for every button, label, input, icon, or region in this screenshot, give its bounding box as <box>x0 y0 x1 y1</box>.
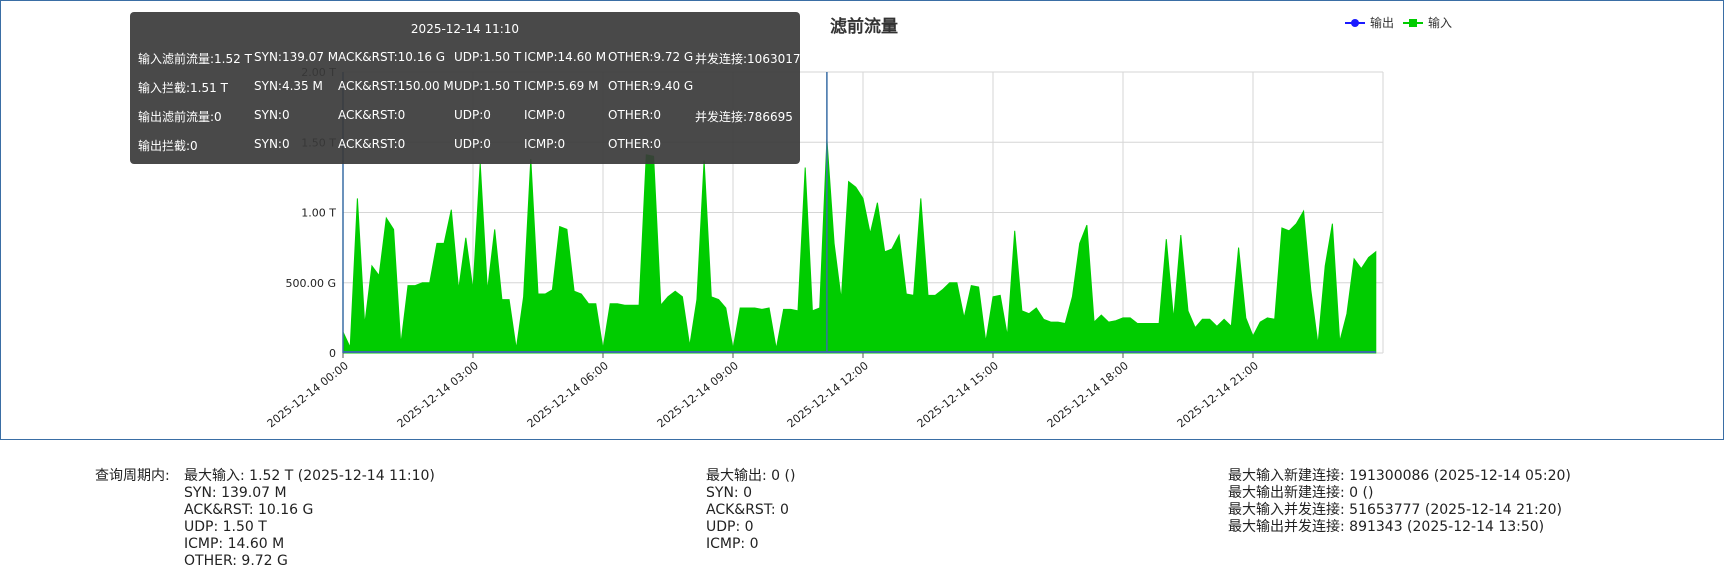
tooltip-cell: ICMP:0 <box>524 137 566 151</box>
tooltip-cell: SYN:4.35 M <box>254 79 323 93</box>
summary-connection-col: 最大输入新建连接: 191300086 (2025-12-14 05:20) 最大… <box>1228 468 1571 536</box>
summary-output-line: SYN: 0 <box>706 485 752 501</box>
tooltip-time: 2025-12-14 11:10 <box>410 22 520 36</box>
summary-connection-line: 最大输出并发连接: 891343 (2025-12-14 13:50) <box>1228 519 1545 535</box>
summary-label: 查询周期内: <box>95 468 170 484</box>
tooltip-cell: OTHER:9.72 G <box>608 50 694 64</box>
tooltip-cell: ACK&RST:150.00 M <box>338 79 454 93</box>
tooltip-cell: 并发连接:786695 <box>695 110 793 124</box>
x-tick-label: 2025-12-14 06:00 <box>525 359 611 430</box>
tooltip-cell: UDP:1.50 T <box>454 50 522 64</box>
tooltip-cell: ICMP:5.69 M <box>524 79 599 93</box>
tooltip-cell: UDP:0 <box>454 137 491 151</box>
summary-output-line: ACK&RST: 0 <box>706 502 789 518</box>
x-tick-label: 2025-12-14 18:00 <box>1045 359 1131 430</box>
tooltip-cell: 输入拦截:1.51 T <box>138 81 228 95</box>
tooltip-cell: OTHER:0 <box>608 137 662 151</box>
summary-input-line: 最大输入: 1.52 T (2025-12-14 11:10) <box>184 468 435 484</box>
tooltip-cell: ICMP:0 <box>524 108 566 122</box>
tooltip-cell: ICMP:14.60 M <box>524 50 607 64</box>
tooltip-cell: UDP:1.50 T <box>454 79 522 93</box>
summary-panel: 查询周期内: 最大输入: 1.52 T (2025-12-14 11:10) SY… <box>0 468 1726 573</box>
summary-connection-line: 最大输入并发连接: 51653777 (2025-12-14 21:20) <box>1228 502 1562 518</box>
tooltip-cell: 输出拦截:0 <box>138 139 198 153</box>
legend-item-input[interactable]: 输入 <box>1403 15 1452 30</box>
x-tick-label: 2025-12-14 09:00 <box>655 359 741 430</box>
series-input-area <box>342 139 1377 354</box>
summary-input-line: SYN: 139.07 M <box>184 485 287 501</box>
legend-label: 输出 <box>1370 15 1394 30</box>
summary-input-line: ICMP: 14.60 M <box>184 536 285 552</box>
summary-input-line: UDP: 1.50 T <box>184 519 267 535</box>
x-tick-label: 2025-12-14 00:00 <box>265 359 351 430</box>
chart-tooltip: 2025-12-14 11:10 输入滤前流量:1.52 T SYN:139.07… <box>130 12 801 164</box>
y-tick-label: 0 <box>329 347 336 360</box>
legend-label: 输入 <box>1428 15 1452 30</box>
summary-output-line: 最大输出: 0 () <box>706 468 796 484</box>
x-tick-label: 2025-12-14 12:00 <box>785 359 871 430</box>
summary-output-col: 最大输出: 0 () SYN: 0 ACK&RST: 0 UDP: 0 ICMP: 0 <box>706 468 795 553</box>
summary-label-col: 查询周期内: <box>95 468 170 485</box>
tooltip-cell: ACK&RST:0 <box>338 108 406 122</box>
summary-connection-line: 最大输出新建连接: 0 () <box>1228 485 1374 501</box>
legend-item-output[interactable]: 输出 <box>1345 15 1394 30</box>
summary-input-col: 最大输入: 1.52 T (2025-12-14 11:10) SYN: 139.… <box>184 468 435 570</box>
tooltip-cell: UDP:0 <box>454 108 491 122</box>
summary-input-line: ACK&RST: 10.16 G <box>184 502 314 518</box>
chart-title: 滤前流量 <box>830 16 898 37</box>
tooltip-cell: OTHER:9.40 G <box>608 79 694 93</box>
tooltip-cell: 输入滤前流量:1.52 T <box>138 52 252 66</box>
summary-output-line: ICMP: 0 <box>706 536 759 552</box>
tooltip-cell: SYN:139.07 M <box>254 50 339 64</box>
summary-output-line: UDP: 0 <box>706 519 754 535</box>
tooltip-cell: ACK&RST:0 <box>338 137 406 151</box>
x-tick-label: 2025-12-14 03:00 <box>395 359 481 430</box>
tooltip-cell: SYN:0 <box>254 137 290 151</box>
y-tick-label: 500.00 G <box>285 277 336 290</box>
tooltip-cell: OTHER:0 <box>608 108 662 122</box>
legend[interactable]: 输出 输入 <box>1345 15 1452 30</box>
tooltip-cell: 并发连接:1063017 <box>695 52 801 66</box>
legend-circle-marker <box>1351 19 1359 27</box>
tooltip-cell: SYN:0 <box>254 108 290 122</box>
summary-input-line: OTHER: 9.72 G <box>184 553 288 569</box>
y-tick-label: 1.00 T <box>301 207 336 220</box>
legend-square-marker <box>1409 19 1417 27</box>
x-tick-label: 2025-12-14 15:00 <box>915 359 1001 430</box>
summary-connection-line: 最大输入新建连接: 191300086 (2025-12-14 05:20) <box>1228 468 1571 484</box>
x-tick-label: 2025-12-14 21:00 <box>1175 359 1261 430</box>
tooltip-cell: 输出滤前流量:0 <box>138 110 222 124</box>
tooltip-cell: ACK&RST:10.16 G <box>338 50 446 64</box>
